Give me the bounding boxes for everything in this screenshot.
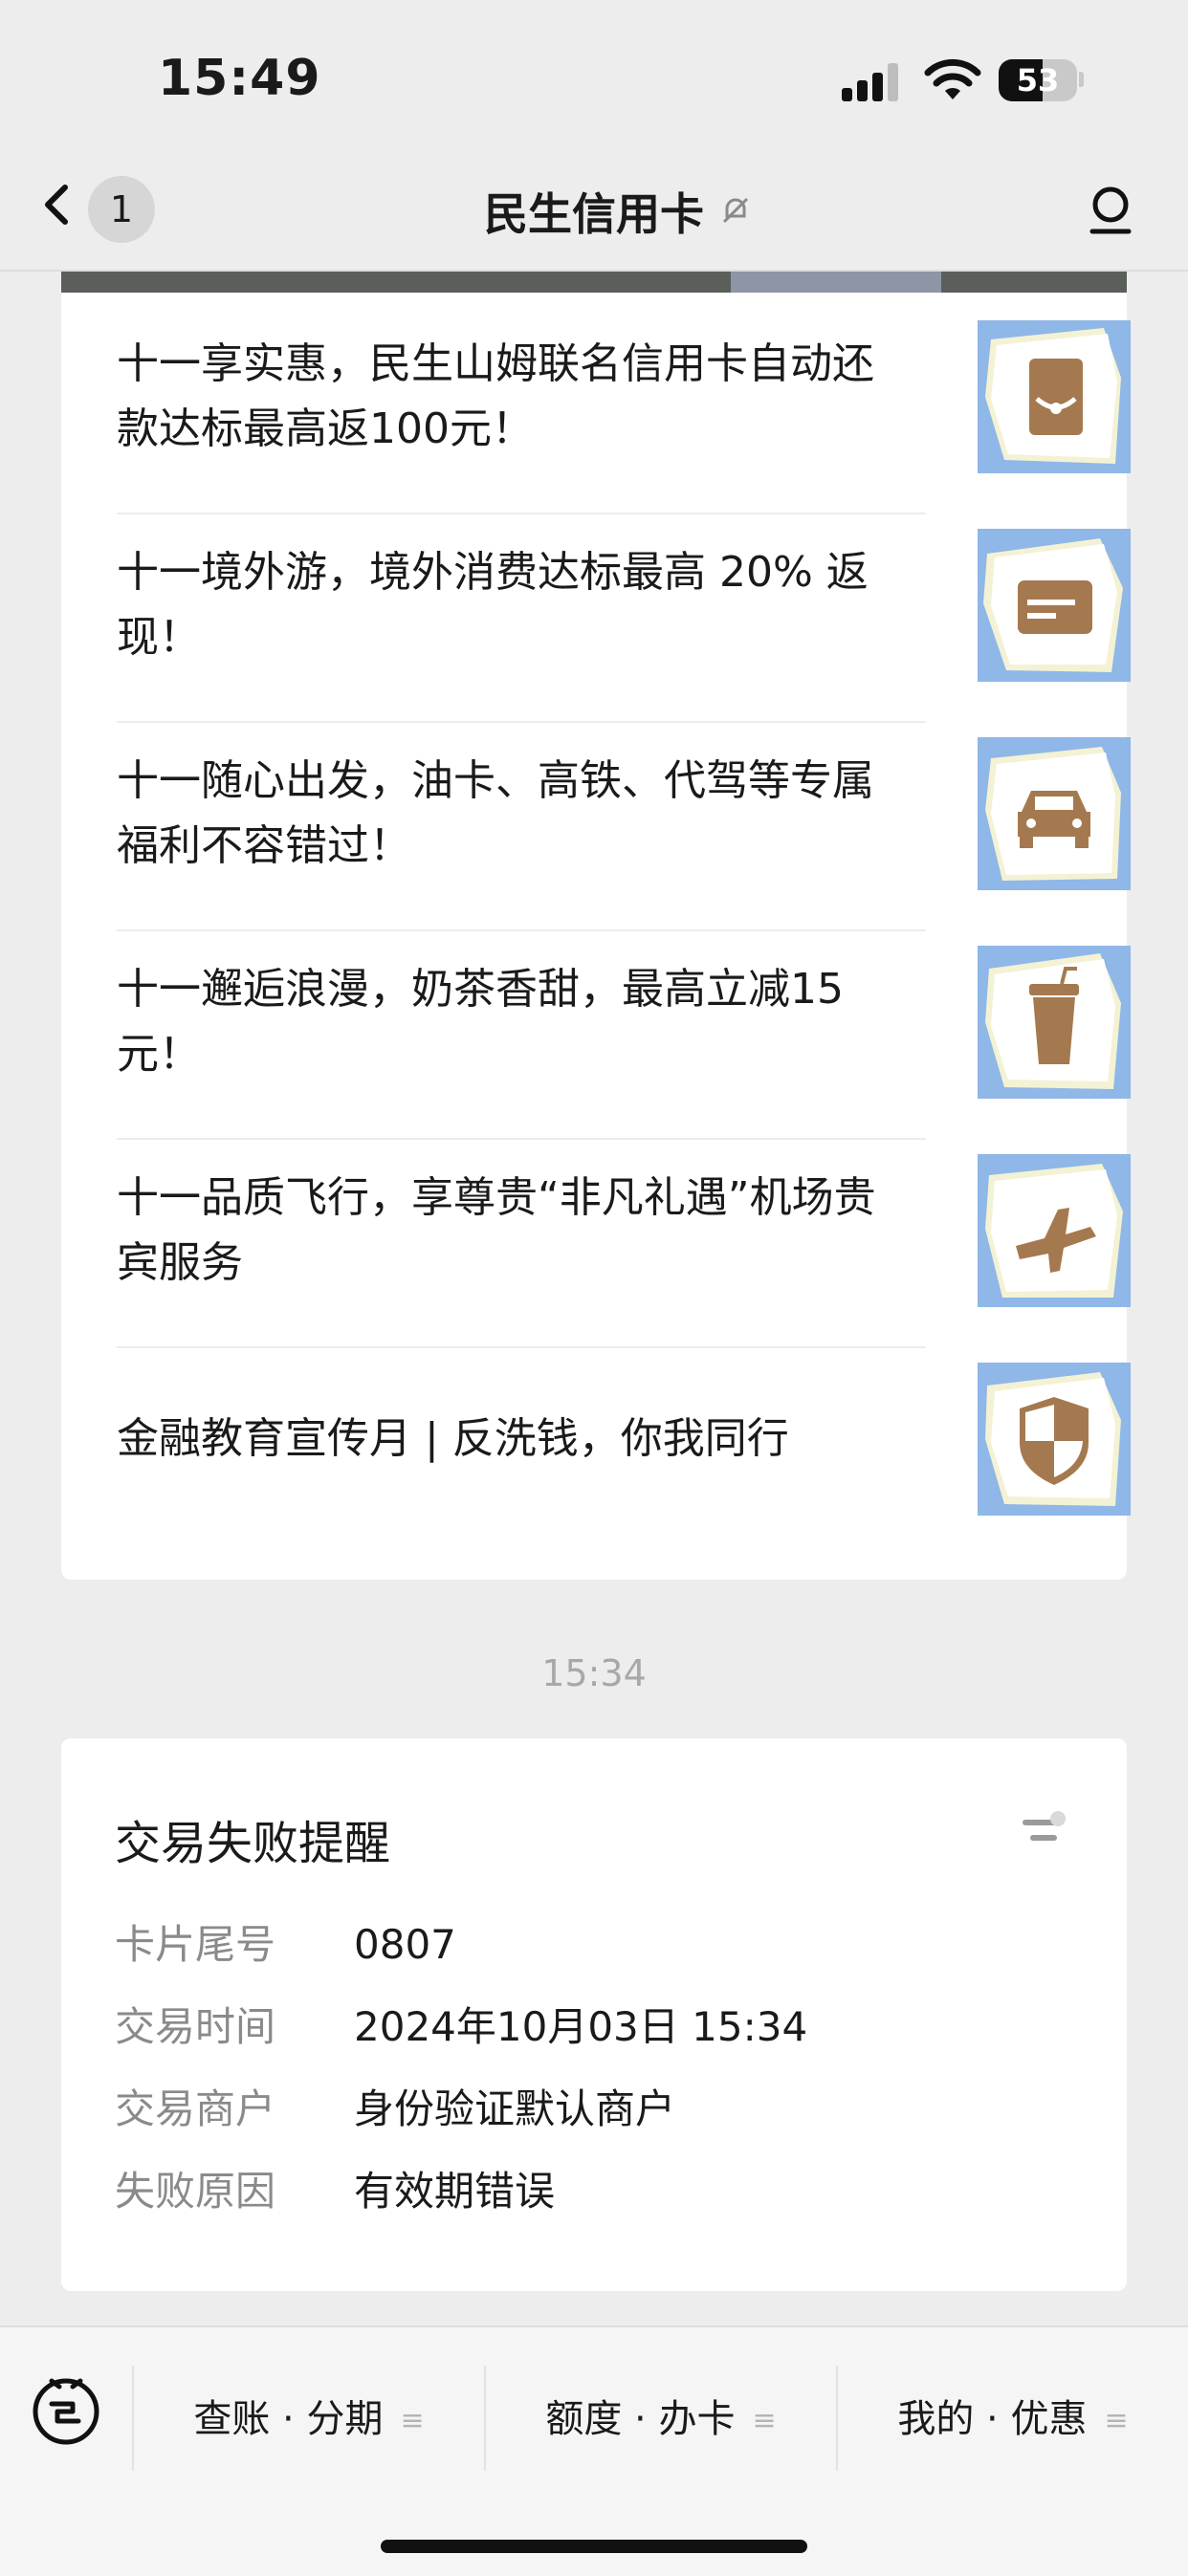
submenu-lines-icon: ≡ — [752, 2404, 777, 2437]
article-title: 十一品质飞行，享尊贵“非凡礼遇”机场贵宾服务 — [117, 1173, 876, 1287]
article-item[interactable]: 金融教育宣传月 | 反洗钱，你我同行 — [117, 1335, 1134, 1543]
transaction-alert-card[interactable]: 交易失败提醒 卡片尾号 0807 交易时间 2024年10月03日 15:34 … — [61, 1738, 1127, 2291]
article-item[interactable]: 十一品质飞行，享尊贵“非凡礼遇”机场贵宾服务 — [117, 1126, 1134, 1335]
menu-label: 查账 · 分期 — [193, 2397, 384, 2441]
article-item[interactable]: 十一境外游，境外消费达标最高 20% 返现！ — [117, 501, 1134, 709]
battery-level: 53 — [1016, 62, 1060, 98]
detail-value: 2024年10月03日 15:34 — [354, 2003, 808, 2050]
submenu-lines-icon: ≡ — [400, 2404, 425, 2437]
detail-label: 交易时间 — [115, 2003, 276, 2050]
menu-label: 我的 · 优惠 — [897, 2397, 1088, 2441]
keyboard-switch-icon[interactable] — [29, 2369, 103, 2446]
car-icon — [978, 737, 1131, 890]
detail-value: 0807 — [354, 1921, 456, 1968]
message-timestamp: 15:34 — [541, 1652, 647, 1694]
profile-icon[interactable] — [1087, 186, 1134, 235]
menu-limit-apply[interactable]: 额度 · 办卡 ≡ — [486, 2362, 836, 2477]
article-item[interactable]: 十一享实惠，民生山姆联名信用卡自动还款达标最高返100元！ — [117, 293, 1134, 501]
drink-cup-icon — [978, 946, 1131, 1099]
battery-icon: 53 — [999, 59, 1077, 101]
template-menu-icon[interactable] — [1020, 1809, 1069, 1851]
detail-label: 卡片尾号 — [115, 1921, 276, 1968]
menu-label: 额度 · 办卡 — [545, 2397, 736, 2441]
home-indicator[interactable] — [381, 2540, 807, 2553]
airplane-icon — [978, 1154, 1131, 1307]
chat-title: 民生信用卡 — [484, 188, 704, 240]
detail-label: 交易商户 — [115, 2085, 276, 2132]
alert-title: 交易失败提醒 — [115, 1817, 391, 1870]
article-title: 十一境外游，境外消费达标最高 20% 返现！ — [117, 548, 869, 662]
submenu-lines-icon: ≡ — [1104, 2404, 1129, 2437]
credit-card-icon — [978, 529, 1131, 682]
detail-value: 身份验证默认商户 — [354, 2085, 676, 2132]
top-bar: 15:49 53 1 民生信用卡 — [0, 0, 1188, 272]
mute-bell-icon — [722, 197, 749, 224]
detail-label: 失败原因 — [115, 2168, 276, 2215]
article-title: 十一享实惠，民生山姆联名信用卡自动还款达标最高返100元！ — [117, 339, 874, 453]
hero-image-strip[interactable] — [61, 270, 1127, 293]
article-item[interactable]: 十一随心出发，油卡、高铁、代驾等专属福利不容错过！ — [117, 709, 1134, 918]
cellular-signal-icon — [842, 63, 905, 101]
status-time: 15:49 — [158, 50, 321, 107]
service-menu-bar: 查账 · 分期 ≡ 额度 · 办卡 ≡ 我的 · 优惠 ≡ — [0, 2325, 1188, 2576]
wifi-icon — [924, 58, 981, 99]
article-list-card: 十一享实惠，民生山姆联名信用卡自动还款达标最高返100元！ 十一境外游，境外消费… — [61, 270, 1131, 1580]
card-bag-icon — [978, 320, 1131, 473]
shield-icon — [978, 1363, 1131, 1516]
article-title: 金融教育宣传月 | 反洗钱，你我同行 — [117, 1414, 789, 1463]
article-title: 十一邂逅浪漫，奶茶香甜，最高立减15元！ — [117, 965, 844, 1079]
menu-bill-installment[interactable]: 查账 · 分期 ≡ — [134, 2362, 484, 2477]
battery-tip — [1079, 72, 1084, 87]
article-item[interactable]: 十一邂逅浪漫，奶茶香甜，最高立减15元！ — [117, 918, 1134, 1126]
article-title: 十一随心出发，油卡、高铁、代驾等专属福利不容错过！ — [117, 756, 874, 870]
menu-mine-offers[interactable]: 我的 · 优惠 ≡ — [838, 2362, 1188, 2477]
detail-value: 有效期错误 — [354, 2168, 556, 2215]
